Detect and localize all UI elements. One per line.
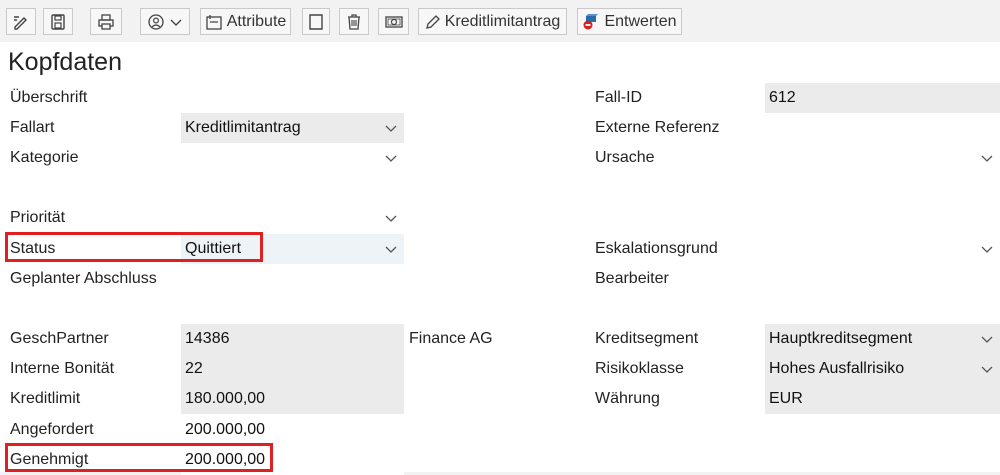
kreditsegment-select[interactable]: Hauptkreditsegment	[765, 324, 1000, 354]
kreditsegment-label: Kreditsegment	[595, 330, 699, 347]
print-icon[interactable]	[90, 8, 122, 35]
chevron-down-icon[interactable]	[384, 203, 398, 233]
interne-bonitaet-field: 22	[181, 354, 404, 384]
bearbeiter-label: Bearbeiter	[595, 270, 669, 287]
risikoklasse-value: Hohes Ausfallrisiko	[769, 360, 905, 377]
chevron-down-icon[interactable]	[980, 354, 994, 384]
kreditsegment-value: Hauptkreditsegment	[769, 330, 913, 347]
user-menu-icon	[148, 13, 164, 30]
kreditlimitantrag-label: Kreditlimitantrag	[444, 12, 561, 30]
risikoklasse-label: Risikoklasse	[595, 360, 684, 377]
fall-id-label: Fall-ID	[595, 89, 643, 106]
kreditlimit-label: Kreditlimit	[10, 390, 81, 407]
cash-icon[interactable]	[378, 8, 409, 35]
pencil-icon	[425, 14, 440, 29]
chevron-down-icon	[170, 19, 182, 26]
geplanter-abschluss-input[interactable]	[181, 264, 404, 294]
geschpartner-name: Finance AG	[409, 330, 493, 347]
kategorie-label: Kategorie	[10, 149, 79, 166]
bearbeiter-input[interactable]	[765, 264, 1000, 294]
fall-id-field: 612	[765, 83, 1000, 113]
interne-bonitaet-label: Interne Bonität	[10, 360, 115, 377]
edit-icon[interactable]	[6, 8, 36, 35]
kategorie-select[interactable]	[181, 143, 404, 173]
fallart-select[interactable]: Kreditlimitantrag	[181, 113, 404, 143]
ursache-select[interactable]	[765, 143, 1000, 173]
waehrung-label: Währung	[595, 390, 660, 407]
ursache-label: Ursache	[595, 149, 655, 166]
save-icon[interactable]	[43, 8, 73, 35]
chevron-down-icon[interactable]	[384, 234, 398, 264]
page-title: Kopfdaten	[8, 48, 122, 76]
invalidate-icon	[583, 13, 599, 29]
prioritaet-label: Priorität	[10, 209, 66, 226]
kreditlimitantrag-button[interactable]: Kreditlimitantrag	[418, 8, 567, 35]
chevron-down-icon[interactable]	[384, 113, 398, 143]
chevron-down-icon[interactable]	[980, 324, 994, 354]
ueberschrift-label: Überschrift	[10, 89, 88, 106]
externe-referenz-input[interactable]	[765, 113, 1000, 143]
risikoklasse-select[interactable]: Hohes Ausfallrisiko	[765, 354, 1000, 384]
entwerten-label: Entwerten	[604, 12, 677, 30]
user-menu-button[interactable]	[140, 8, 190, 35]
kreditlimit-field: 180.000,00	[181, 384, 404, 414]
toolbar: Attribute Kreditlimitantrag Entwerten	[0, 0, 1000, 42]
eskalationsgrund-label: Eskalationsgrund	[595, 240, 718, 257]
eskalationsgrund-select[interactable]	[765, 234, 1000, 264]
attribute-button[interactable]: Attribute	[200, 8, 291, 35]
geplanter-abschluss-label: Geplanter Abschluss	[10, 270, 157, 287]
ueberschrift-input[interactable]	[181, 83, 404, 113]
fallart-label: Fallart	[10, 119, 55, 136]
entwerten-button[interactable]: Entwerten	[577, 8, 682, 35]
fallart-value: Kreditlimitantrag	[185, 119, 301, 136]
prioritaet-select[interactable]	[181, 203, 404, 233]
chevron-down-icon[interactable]	[384, 143, 398, 173]
attribute-icon	[206, 14, 222, 30]
externe-referenz-label: Externe Referenz	[595, 119, 720, 136]
angefordert-input[interactable]: 200.000,00	[181, 415, 404, 445]
chevron-down-icon[interactable]	[980, 143, 994, 173]
delete-icon[interactable]	[339, 8, 369, 35]
attribute-label: Attribute	[226, 12, 287, 30]
status-highlight	[5, 232, 263, 262]
note-icon[interactable]	[302, 8, 330, 35]
chevron-down-icon[interactable]	[980, 234, 994, 264]
geschpartner-field: 14386	[181, 324, 404, 354]
angefordert-label: Angefordert	[10, 421, 94, 438]
geschpartner-label: GeschPartner	[10, 330, 109, 347]
waehrung-field: EUR	[765, 384, 1000, 414]
genehmigt-highlight	[5, 443, 273, 472]
